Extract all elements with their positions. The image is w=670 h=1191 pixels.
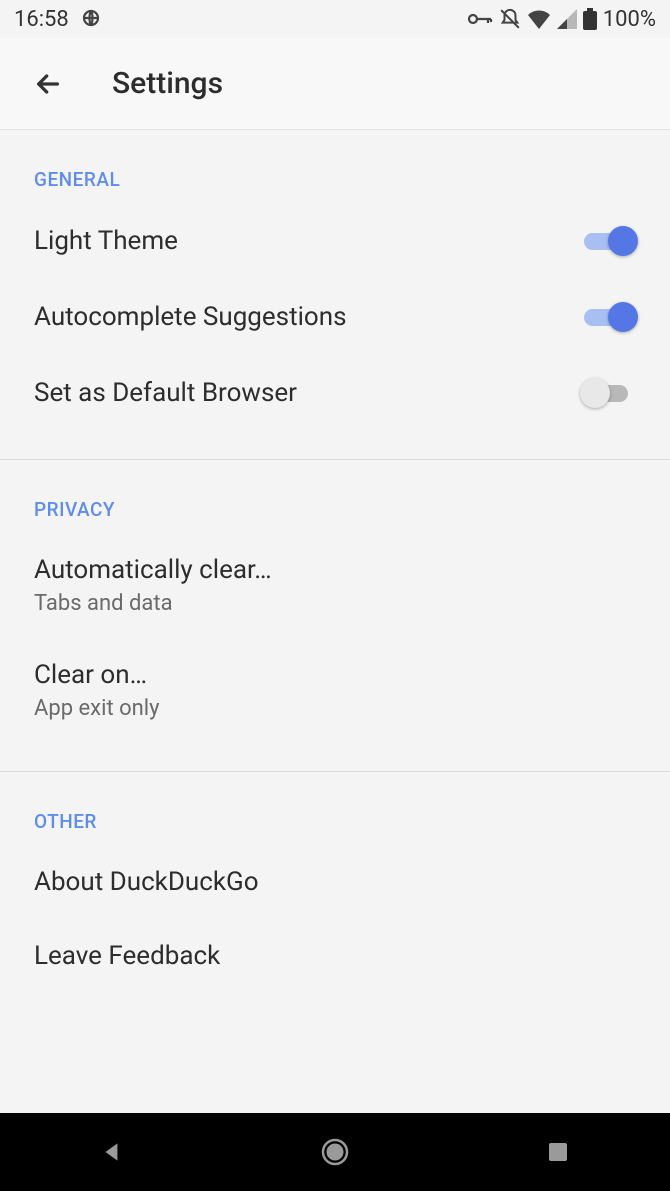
- autocomplete-switch[interactable]: [580, 301, 636, 333]
- clear-on-sub: App exit only: [34, 696, 160, 721]
- row-autocomplete[interactable]: Autocomplete Suggestions: [0, 279, 670, 355]
- row-clear-on[interactable]: Clear on… App exit only: [0, 638, 670, 743]
- row-light-theme[interactable]: Light Theme: [0, 203, 670, 279]
- page-title: Settings: [112, 66, 223, 101]
- settings-content: GENERAL Light Theme Autocomplete Suggest…: [0, 130, 670, 977]
- auto-clear-label: Automatically clear…: [34, 555, 272, 585]
- bell-off-icon: [499, 8, 521, 30]
- light-theme-label: Light Theme: [34, 226, 178, 256]
- nav-bar: [0, 1113, 670, 1191]
- back-button[interactable]: [28, 64, 68, 104]
- row-feedback[interactable]: Leave Feedback: [0, 919, 670, 977]
- section-header-privacy: PRIVACY: [0, 460, 670, 533]
- default-browser-label: Set as Default Browser: [34, 378, 297, 408]
- auto-clear-sub: Tabs and data: [34, 591, 272, 616]
- nav-recent-button[interactable]: [538, 1132, 578, 1172]
- section-header-general: GENERAL: [0, 130, 670, 203]
- battery-icon: [583, 8, 597, 30]
- wifi-icon: [527, 9, 551, 29]
- nav-home-button[interactable]: [315, 1132, 355, 1172]
- app-bar: Settings: [0, 38, 670, 130]
- row-default-browser[interactable]: Set as Default Browser: [0, 355, 670, 431]
- globe-hand-icon: [79, 7, 103, 31]
- battery-percent: 100%: [603, 7, 656, 32]
- autocomplete-label: Autocomplete Suggestions: [34, 302, 347, 332]
- feedback-label: Leave Feedback: [34, 941, 220, 971]
- vpn-key-icon: [467, 10, 493, 28]
- row-about[interactable]: About DuckDuckGo: [0, 845, 670, 919]
- status-time: 16:58: [14, 7, 69, 32]
- section-header-other: OTHER: [0, 772, 670, 845]
- nav-back-button[interactable]: [92, 1132, 132, 1172]
- about-label: About DuckDuckGo: [34, 867, 259, 897]
- cell-signal-icon: [557, 9, 577, 29]
- row-auto-clear[interactable]: Automatically clear… Tabs and data: [0, 533, 670, 638]
- default-browser-switch[interactable]: [580, 377, 636, 409]
- clear-on-label: Clear on…: [34, 660, 160, 690]
- light-theme-switch[interactable]: [580, 225, 636, 257]
- status-bar: 16:58 100%: [0, 0, 670, 38]
